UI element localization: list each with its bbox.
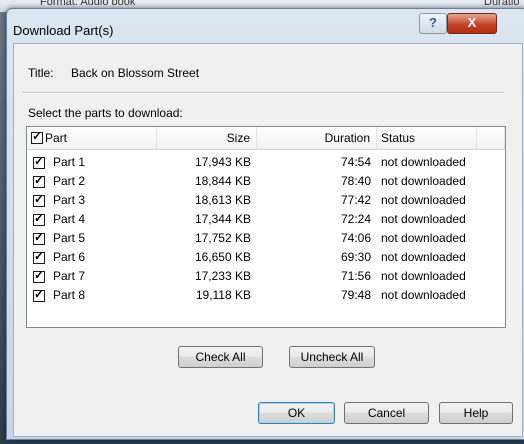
checkmark-icon: ✓	[34, 249, 45, 263]
part-checkbox[interactable]: ✓	[33, 268, 45, 283]
part-status: not downloaded	[381, 288, 466, 302]
part-status: not downloaded	[381, 174, 466, 188]
close-icon[interactable]: X	[447, 13, 497, 34]
part-checkbox[interactable]: ✓	[33, 230, 45, 245]
divider	[22, 92, 504, 94]
title-bar[interactable]: Download Part(s) ? X	[7, 9, 524, 43]
table-row[interactable]: ✓ Part 5 17,752 KB 74:06 not downloaded	[27, 229, 505, 248]
column-header-size[interactable]: Size	[157, 127, 257, 149]
part-checkbox[interactable]: ✓	[33, 211, 45, 226]
checkmark-icon: ✓	[34, 287, 45, 301]
part-checkbox[interactable]: ✓	[33, 287, 45, 302]
title-label: Title:	[28, 66, 54, 80]
part-status: not downloaded	[381, 250, 466, 264]
download-parts-dialog: Download Part(s) ? X Title: Back on Blos…	[6, 8, 524, 440]
part-size: 18,613 KB	[194, 193, 251, 207]
part-status: not downloaded	[381, 155, 466, 169]
part-duration: 78:40	[340, 174, 371, 188]
checkmark-icon: ✓	[34, 173, 45, 187]
part-name: Part 3	[53, 193, 86, 207]
part-size: 16,650 KB	[194, 250, 251, 264]
dialog-content: Title: Back on Blossom Street Select the…	[13, 43, 523, 437]
part-checkbox[interactable]: ✓	[33, 192, 45, 207]
part-name: Part 8	[53, 288, 86, 302]
column-header-part[interactable]: ✓ Part	[27, 127, 157, 149]
table-row[interactable]: ✓ Part 1 17,943 KB 74:54 not downloaded	[27, 153, 505, 172]
checkmark-icon: ✓	[34, 268, 45, 282]
part-status: not downloaded	[381, 193, 466, 207]
part-duration: 72:24	[340, 212, 371, 226]
checkmark-icon: ✓	[34, 154, 45, 168]
uncheck-all-button[interactable]: Uncheck All	[289, 346, 375, 368]
part-name: Part 5	[53, 231, 86, 245]
part-name: Part 6	[53, 250, 86, 264]
checkmark-icon: ✓	[34, 230, 45, 244]
select-all-checkbox[interactable]: ✓	[31, 129, 43, 144]
help-button[interactable]: Help	[439, 402, 513, 424]
part-status: not downloaded	[381, 269, 466, 283]
part-status: not downloaded	[381, 231, 466, 245]
part-duration: 79:48	[340, 288, 371, 302]
part-duration: 74:06	[340, 231, 371, 245]
part-name: Part 1	[53, 155, 86, 169]
list-header: ✓ Part Size Duration Status	[27, 127, 505, 150]
part-size: 17,344 KB	[194, 212, 251, 226]
part-status: not downloaded	[381, 212, 466, 226]
part-checkbox[interactable]: ✓	[33, 154, 45, 169]
column-header-filler	[477, 127, 505, 149]
checkmark-icon: ✓	[34, 211, 45, 225]
column-header-status[interactable]: Status	[377, 127, 477, 149]
ok-button[interactable]: OK	[258, 402, 335, 424]
cancel-button[interactable]: Cancel	[344, 402, 429, 424]
background-duration-text: Duratio	[484, 0, 520, 8]
checkmark-icon: ✓	[34, 192, 45, 206]
table-row[interactable]: ✓ Part 7 17,233 KB 71:56 not downloaded	[27, 267, 505, 286]
part-duration: 71:56	[340, 269, 371, 283]
part-name: Part 4	[53, 212, 86, 226]
part-duration: 74:54	[340, 155, 371, 169]
background-format-text: Format: Audio book	[40, 0, 136, 8]
select-parts-label: Select the parts to download:	[28, 106, 183, 120]
table-row[interactable]: ✓ Part 4 17,344 KB 72:24 not downloaded	[27, 210, 505, 229]
part-size: 17,752 KB	[194, 231, 251, 245]
table-row[interactable]: ✓ Part 2 18,844 KB 78:40 not downloaded	[27, 172, 505, 191]
column-header-part-label: Part	[45, 131, 68, 145]
part-size: 17,943 KB	[194, 155, 251, 169]
part-size: 18,844 KB	[194, 174, 251, 188]
part-checkbox[interactable]: ✓	[33, 249, 45, 264]
part-checkbox[interactable]: ✓	[33, 173, 45, 188]
part-duration: 77:42	[340, 193, 371, 207]
part-duration: 69:30	[340, 250, 371, 264]
table-row[interactable]: ✓ Part 3 18,613 KB 77:42 not downloaded	[27, 191, 505, 210]
part-size: 19,118 KB	[195, 288, 251, 302]
book-title: Back on Blossom Street	[71, 66, 200, 80]
checkmark-icon: ✓	[32, 129, 43, 143]
column-header-duration[interactable]: Duration	[257, 127, 377, 149]
help-icon[interactable]: ?	[419, 13, 447, 34]
part-name: Part 2	[53, 174, 86, 188]
check-all-button[interactable]: Check All	[178, 346, 263, 368]
window-title: Download Part(s)	[13, 23, 114, 38]
table-row[interactable]: ✓ Part 6 16,650 KB 69:30 not downloaded	[27, 248, 505, 267]
parts-list[interactable]: ✓ Part Size Duration Status ✓ Part 1 17,94…	[26, 126, 506, 328]
table-row[interactable]: ✓ Part 8 19,118 KB 79:48 not downloaded	[27, 286, 505, 305]
part-size: 17,233 KB	[194, 269, 251, 283]
part-name: Part 7	[53, 269, 86, 283]
